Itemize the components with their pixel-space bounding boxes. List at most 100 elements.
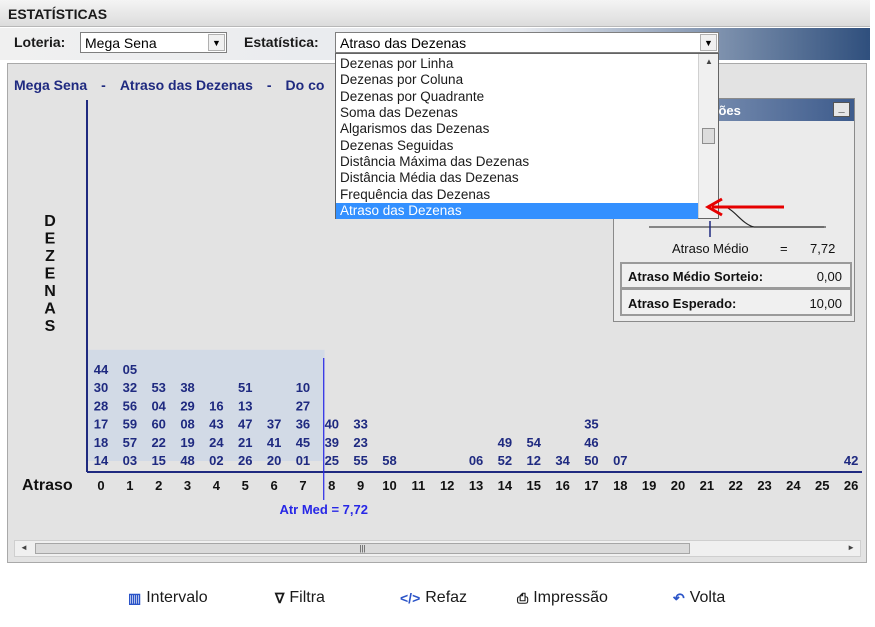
scroll-up-icon[interactable]: ▲ [705, 57, 713, 66]
dropdown-item[interactable]: Distância Máxima das Dezenas [336, 154, 698, 170]
x-tick-label: 19 [642, 478, 656, 493]
dropdown-item-selected[interactable]: Atraso das Dezenas [336, 203, 698, 219]
x-tick-label: 4 [213, 478, 221, 493]
intervalo-label: Intervalo [146, 589, 208, 606]
y-axis-label-letter: E [45, 266, 56, 283]
dezena-cell: 34 [555, 453, 570, 468]
estatistica-dropdown-list[interactable]: Dezenas por Linha Dezenas por Coluna Dez… [335, 53, 719, 219]
x-tick-label: 16 [555, 478, 569, 493]
scroll-left-icon[interactable]: ◄ [20, 543, 28, 552]
dezena-cell: 39 [325, 435, 339, 450]
dezena-cell: 07 [613, 453, 627, 468]
minimize-button[interactable]: _ [833, 102, 850, 117]
dezena-cell: 43 [209, 417, 223, 432]
dezena-cell: 45 [296, 435, 310, 450]
x-tick-label: 15 [527, 478, 541, 493]
refaz-button[interactable]: </> Refaz [400, 589, 467, 607]
atraso-esperado-label: Atraso Esperado: [628, 296, 737, 311]
x-tick-label: 13 [469, 478, 483, 493]
dropdown-item[interactable]: Soma das Dezenas [336, 105, 698, 121]
dropdown-item[interactable]: Frequência das Dezenas [336, 187, 698, 203]
dropdown-item[interactable]: Algarismos das Dezenas [336, 121, 698, 137]
dropdown-scroll-thumb[interactable] [702, 128, 715, 144]
impressao-label: Impressão [533, 589, 608, 606]
atraso-sorteio-box: Atraso Médio Sorteio: 0,00 [620, 262, 852, 289]
dezena-cell: 16 [209, 398, 223, 413]
x-tick-label: 18 [613, 478, 627, 493]
x-tick-label: 24 [786, 478, 801, 493]
dropdown-item[interactable]: Dezenas por Coluna [336, 72, 698, 88]
x-axis-label: Atraso [22, 477, 73, 494]
x-tick-label: 21 [700, 478, 714, 493]
atraso-medio-label: Atraso Médio [672, 241, 749, 256]
dezena-cell: 12 [527, 453, 541, 468]
dezena-cell: 02 [209, 453, 223, 468]
dezena-cell: 55 [353, 453, 367, 468]
y-axis-label-letter: D [44, 213, 56, 230]
horizontal-scrollbar[interactable]: ◄ ||| ► [14, 540, 861, 557]
horizontal-scroll-thumb[interactable]: ||| [35, 543, 690, 554]
volta-label: Volta [689, 589, 726, 606]
dezena-cell: 58 [382, 453, 396, 468]
dezena-cell: 38 [180, 380, 194, 395]
filtra-button[interactable]: ∇ Filtra [275, 589, 325, 607]
dezena-cell: 36 [296, 417, 310, 432]
dezena-cell: 47 [238, 417, 252, 432]
y-axis-label-letter: Z [45, 248, 55, 265]
dropdown-item[interactable]: Distância Média das Dezenas [336, 170, 698, 186]
y-axis-label-letter: N [44, 283, 56, 300]
atraso-medio-value: 7,72 [810, 241, 836, 256]
x-tick-label: 20 [671, 478, 685, 493]
dropdown-item[interactable]: Dezenas Seguidas [336, 138, 698, 154]
dezena-cell: 17 [94, 417, 108, 432]
dropdown-item[interactable]: Dezenas por Linha [336, 56, 698, 72]
dezena-cell: 40 [325, 417, 339, 432]
dezena-cell: 13 [238, 398, 252, 413]
dezena-cell: 27 [296, 398, 310, 413]
dezena-cell: 32 [123, 380, 137, 395]
dezena-cell: 46 [584, 435, 598, 450]
dezena-cell: 01 [296, 453, 310, 468]
dezena-cell: 49 [498, 435, 512, 450]
x-tick-label: 5 [242, 478, 249, 493]
dezena-cell: 23 [353, 435, 367, 450]
x-tick-label: 17 [584, 478, 598, 493]
dezena-cell: 60 [151, 417, 165, 432]
x-tick-label: 26 [844, 478, 858, 493]
x-tick-label: 9 [357, 478, 364, 493]
y-axis-label-letter: A [44, 301, 56, 318]
dezena-cell: 59 [123, 417, 137, 432]
atraso-esperado-value: 10,00 [809, 296, 842, 311]
x-tick-label: 12 [440, 478, 454, 493]
x-tick-label: 8 [328, 478, 335, 493]
dropdown-scrollbar[interactable]: ▲ [698, 54, 718, 218]
scroll-right-icon[interactable]: ► [847, 543, 855, 552]
redo-icon: </> [400, 590, 421, 606]
x-tick-label: 11 [411, 478, 425, 493]
intervalo-button[interactable]: ▥ Intervalo [128, 589, 208, 607]
dezena-cell: 08 [180, 417, 194, 432]
dezena-cell: 24 [209, 435, 224, 450]
dezena-cell: 56 [123, 398, 137, 413]
dezena-cell: 26 [238, 453, 252, 468]
dezena-cell: 19 [180, 435, 194, 450]
dezena-cell: 04 [151, 398, 166, 413]
dezena-cell: 29 [180, 398, 194, 413]
dezena-cell: 51 [238, 380, 252, 395]
dezena-cell: 28 [94, 398, 108, 413]
x-tick-label: 7 [299, 478, 306, 493]
dezena-cell: 48 [180, 453, 194, 468]
dropdown-item[interactable]: Dezenas por Quadrante [336, 89, 698, 105]
red-arrow-icon [704, 197, 784, 217]
dezena-cell: 50 [584, 453, 598, 468]
x-tick-label: 6 [270, 478, 277, 493]
x-tick-label: 3 [184, 478, 191, 493]
volta-button[interactable]: ↶ Volta [673, 589, 725, 607]
dezena-cell: 03 [123, 453, 137, 468]
dezena-cell: 37 [267, 417, 281, 432]
impressao-button[interactable]: ⎙ Impressão [517, 589, 608, 607]
filtra-label: Filtra [289, 589, 325, 606]
dezena-cell: 25 [325, 453, 339, 468]
dezena-cell: 53 [151, 380, 165, 395]
dezena-cell: 35 [584, 417, 598, 432]
